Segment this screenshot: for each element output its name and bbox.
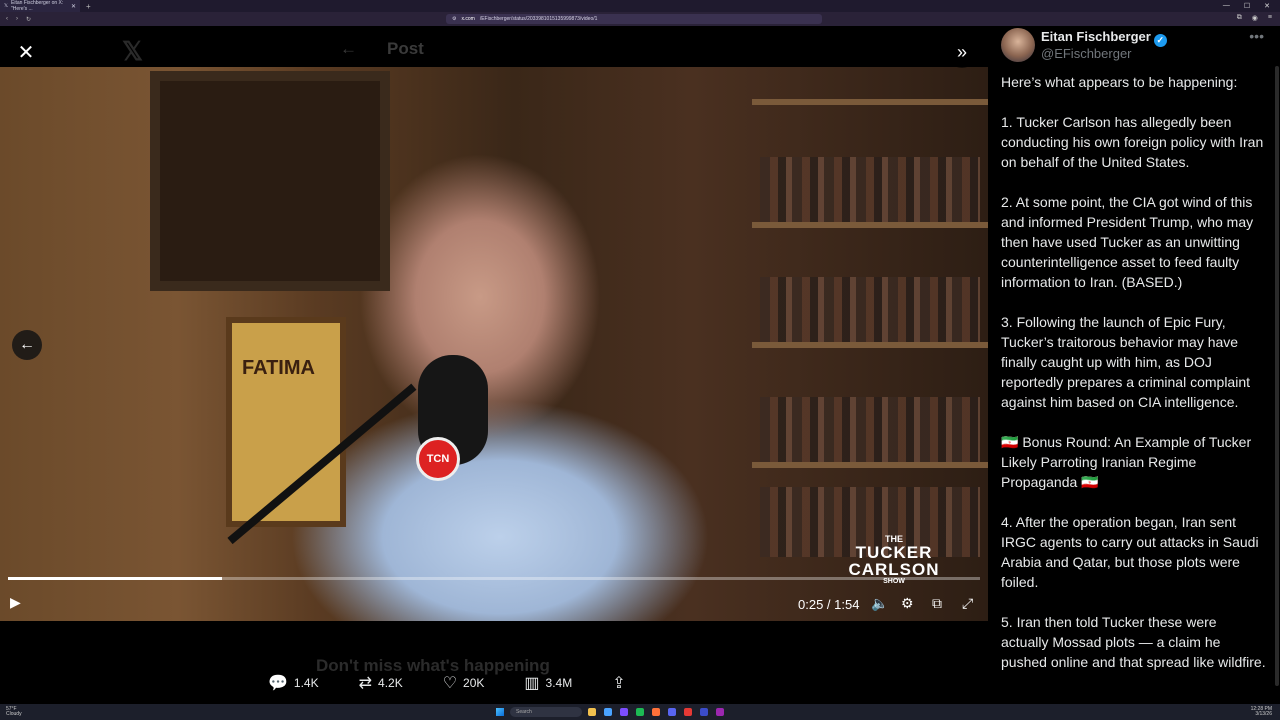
post-paragraph: Here’s what appears to be happening: <box>1001 74 1238 90</box>
bookshelf-shelf <box>752 99 988 105</box>
url-path: /EFischberger/status/2033981015135999873… <box>479 16 598 22</box>
browser-toolbar: ‹ › ↻ ⚙ x.com /EFischberger/status/20339… <box>0 12 1280 26</box>
post-paragraph: 🇮🇷 Bonus Round: An Example of Tucker Lik… <box>1001 434 1252 490</box>
app-icon[interactable] <box>700 708 708 716</box>
bookshelf-books <box>760 397 980 467</box>
post-action-bar: 💬 1.4K ⇄ 4.2K ♡ 20K ▥ 3.4M ⇪ <box>268 672 728 694</box>
picture-in-picture-icon[interactable]: ⧉ <box>932 595 942 612</box>
start-icon[interactable] <box>496 708 504 716</box>
clock-date: 3/13/26 <box>1255 711 1272 717</box>
like-count: 20K <box>463 676 485 690</box>
reply-icon: 💬 <box>268 675 288 692</box>
media-viewer: 𝕏 ← Post FATIMA TCN THE TUCKER CARLSON S… <box>0 26 988 704</box>
repost-button[interactable]: ⇄ 4.2K <box>359 673 403 693</box>
reload-icon[interactable]: ↻ <box>26 16 31 23</box>
wall-picture <box>150 71 390 291</box>
collapse-sidebar-button[interactable]: » <box>946 36 978 68</box>
like-button[interactable]: ♡ 20K <box>443 673 485 693</box>
video-progress-fill <box>8 577 222 580</box>
x-favicon-icon: 𝕏 <box>4 3 9 9</box>
post-paragraph: 1. Tucker Carlson has allegedly been con… <box>1001 114 1264 170</box>
volume-icon[interactable]: 🔈 <box>871 595 888 612</box>
window-controls: — ☐ ✕ <box>1223 2 1280 10</box>
share-button[interactable]: ⇪ <box>612 673 625 693</box>
author-name: Eitan Fischberger <box>1041 29 1151 44</box>
edge-icon[interactable] <box>604 708 612 716</box>
weather-desc: Cloudy <box>6 711 22 717</box>
discord-icon[interactable] <box>668 708 676 716</box>
post-paragraph: 3. Following the launch of Epic Fury, Tu… <box>1001 314 1250 410</box>
app-icon[interactable] <box>684 708 692 716</box>
new-tab-icon[interactable]: + <box>86 2 91 11</box>
menu-icon[interactable]: ≡ <box>1268 14 1272 22</box>
repost-count: 4.2K <box>378 676 403 690</box>
close-media-button[interactable]: ✕ <box>12 38 40 66</box>
settings-icon[interactable]: ⚙ <box>901 595 914 612</box>
heart-icon: ♡ <box>442 675 458 692</box>
share-icon: ⇪ <box>612 675 626 692</box>
post-sidebar: Eitan Fischberger ✓ @EFischberger ••• Her… <box>988 26 1280 704</box>
mic-badge: TCN <box>416 437 460 481</box>
repost-icon: ⇄ <box>358 675 373 692</box>
taskbar-apps <box>588 708 724 716</box>
verified-badge-icon: ✓ <box>1153 34 1167 47</box>
fullscreen-icon[interactable]: ⤢ <box>962 595 973 612</box>
file-explorer-icon[interactable] <box>588 708 596 716</box>
video-frame[interactable]: FATIMA TCN THE TUCKER CARLSON SHOW <box>0 67 988 621</box>
show-logo-line1: TUCKER <box>855 543 933 562</box>
x-logo-icon: 𝕏 <box>122 36 143 66</box>
video-controls: ▶ 0:25 / 1:54 🔈 ⚙ ⧉ ⤢ <box>0 588 988 618</box>
background-post-header: ← Post <box>340 32 640 66</box>
post-text: Here’s what appears to be happening: 1. … <box>1001 72 1267 692</box>
profile-icon[interactable]: ◉ <box>1252 14 1258 22</box>
url-host: x.com <box>461 16 475 22</box>
weather-widget[interactable]: 57°F Cloudy <box>6 707 22 717</box>
views-button[interactable]: ▥ 3.4M <box>524 673 572 693</box>
sidebar-scrollbar[interactable] <box>1275 66 1279 686</box>
bookshelf-shelf <box>752 462 988 468</box>
browser-app-icon[interactable] <box>716 708 724 716</box>
forward-icon[interactable]: › <box>16 16 18 22</box>
views-count: 3.4M <box>545 676 573 690</box>
firefox-icon[interactable] <box>652 708 660 716</box>
system-tray[interactable]: 12:28 PM 3/13/26 <box>1251 707 1272 717</box>
store-icon[interactable] <box>620 708 628 716</box>
reply-count: 1.4K <box>293 676 319 690</box>
show-logo-line2: CARLSON <box>848 560 940 579</box>
post-paragraph: 5. Iran then told Tucker these were actu… <box>1001 614 1266 670</box>
bookshelf-books <box>760 157 980 227</box>
video-progress-bar[interactable] <box>8 577 980 580</box>
bookshelf-books <box>760 277 980 347</box>
author-handle[interactable]: @EFischberger <box>1041 46 1132 61</box>
author-name-link[interactable]: Eitan Fischberger ✓ <box>1041 29 1167 47</box>
address-bar[interactable]: ⚙ x.com /EFischberger/status/20339810151… <box>446 14 822 24</box>
extensions-icon[interactable]: ⧉ <box>1237 14 1242 22</box>
window-close-icon[interactable]: ✕ <box>1264 2 1270 10</box>
tab-close-icon[interactable]: ✕ <box>71 3 76 10</box>
back-icon[interactable]: ‹ <box>6 16 8 22</box>
background-post-title: Post <box>387 39 424 58</box>
bookshelf-shelf <box>752 222 988 228</box>
tab-title: Eitan Fischberger on X: "Here's ... <box>11 0 64 12</box>
play-icon[interactable]: ▶ <box>10 594 21 611</box>
more-options-icon[interactable]: ••• <box>1249 28 1264 44</box>
views-icon: ▥ <box>524 675 540 692</box>
avatar[interactable] <box>1001 28 1035 62</box>
site-info-icon[interactable]: ⚙ <box>452 16 456 22</box>
spotify-icon[interactable] <box>636 708 644 716</box>
reply-button[interactable]: 💬 1.4K <box>268 673 319 693</box>
minimize-icon[interactable]: — <box>1223 2 1230 10</box>
taskbar-search[interactable]: Search <box>510 707 582 717</box>
taskbar: 57°F Cloudy Search 12:28 PM 3/13/26 <box>0 704 1280 720</box>
video-time: 0:25 / 1:54 <box>798 597 860 612</box>
maximize-icon[interactable]: ☐ <box>1244 2 1250 10</box>
bookshelf-shelf <box>752 342 988 348</box>
post-paragraph: 2. At some point, the CIA got wind of th… <box>1001 194 1254 290</box>
background-back-icon: ← <box>340 39 357 58</box>
browser-right-tools: ⧉ ◉ ≡ <box>1237 14 1272 22</box>
previous-media-button[interactable]: ← <box>12 330 42 360</box>
post-paragraph: 4. After the operation began, Iran sent … <box>1001 514 1259 590</box>
browser-tab-strip: 𝕏 Eitan Fischberger on X: "Here's ... ✕ … <box>0 0 1280 12</box>
browser-tab[interactable]: 𝕏 Eitan Fischberger on X: "Here's ... ✕ <box>0 0 80 12</box>
